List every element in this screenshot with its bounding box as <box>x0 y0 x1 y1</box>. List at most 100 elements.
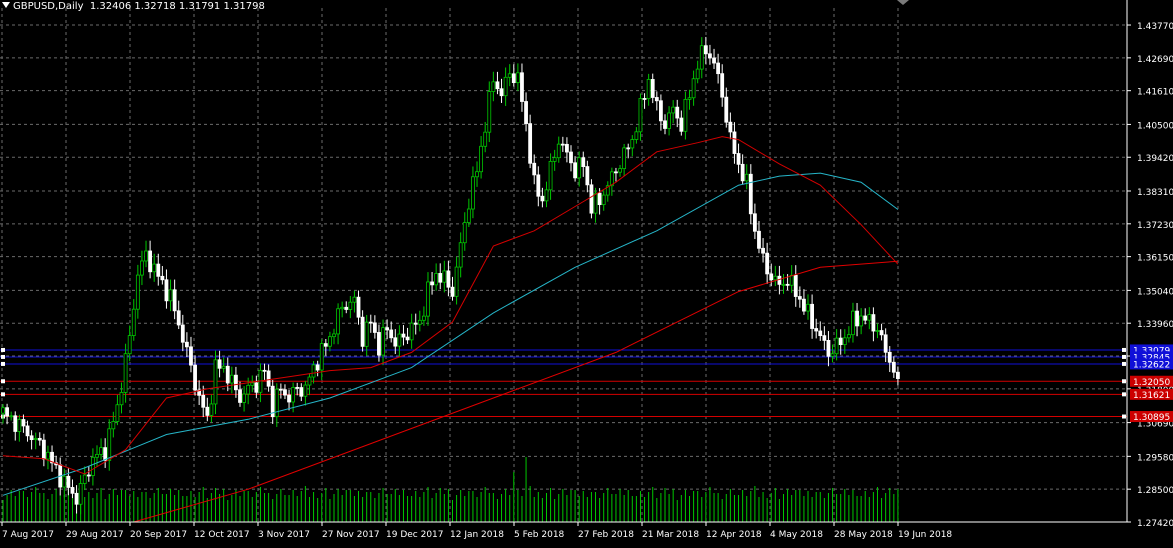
price-chart[interactable]: 1.43770 1.42690 1.41610 1.40500 1.39420 1.383… <box>0 0 1173 544</box>
candle-body <box>740 163 745 182</box>
candle-body <box>667 112 671 129</box>
price-tick-label: 1.43770 <box>1137 22 1173 32</box>
time-tick-label: 19 Dec 2017 <box>386 530 444 540</box>
candle-body <box>135 274 140 310</box>
candle-body <box>46 451 50 460</box>
candle-body <box>148 250 153 273</box>
candle-body <box>699 45 704 70</box>
candle-body <box>409 322 414 341</box>
candle-body <box>9 415 14 418</box>
level-handle <box>1122 379 1126 384</box>
candle-body <box>683 98 688 132</box>
candle-body <box>752 213 757 232</box>
price-tick-label: 1.36150 <box>1137 254 1173 264</box>
candle-body <box>37 437 42 441</box>
candle-body <box>524 101 528 125</box>
candle-body <box>528 123 533 164</box>
candle-body <box>319 343 324 371</box>
candle-body <box>421 315 426 321</box>
candle-body <box>103 447 108 461</box>
candle-body <box>131 308 136 336</box>
candle-body <box>642 98 647 100</box>
candle-body <box>822 335 827 341</box>
price-tick-label: 1.28500 <box>1137 486 1173 496</box>
candle-body <box>826 339 831 357</box>
candle-body <box>454 266 459 297</box>
candle-body <box>164 279 169 302</box>
candle-body <box>123 353 128 393</box>
time-tick-label: 21 Mar 2018 <box>642 530 699 540</box>
candle-body <box>646 79 651 100</box>
candle-body <box>397 333 402 347</box>
candle-body <box>311 364 316 378</box>
candle-body <box>184 341 189 348</box>
candle-body <box>630 139 635 149</box>
candle-body <box>78 483 83 505</box>
candle-body <box>450 286 455 297</box>
candle-body <box>846 334 851 339</box>
candle-body <box>107 428 112 461</box>
candle-body <box>638 98 643 133</box>
candle-body <box>33 437 38 441</box>
candle-body <box>434 273 439 286</box>
candle-body <box>851 310 855 336</box>
candle-body <box>70 487 75 494</box>
candle-body <box>307 376 312 386</box>
candle-body <box>867 314 872 321</box>
candle-body <box>41 439 46 460</box>
level-price-label: 1.32622 <box>1133 360 1170 370</box>
price-tick-label: 1.37230 <box>1137 221 1173 231</box>
time-tick-label: 12 Jan 2018 <box>450 530 504 540</box>
candle-body <box>659 100 663 122</box>
candle-body <box>458 242 463 268</box>
candle-body <box>82 474 87 484</box>
candle-body <box>818 330 823 337</box>
candle-body <box>360 316 365 347</box>
candle-body <box>842 337 847 346</box>
candle-body <box>176 310 181 326</box>
candle-body <box>720 73 725 98</box>
symbol-label: GBPUSD,Daily <box>13 1 84 12</box>
candle-body <box>385 327 390 331</box>
level-handle <box>1122 392 1126 397</box>
candle-body <box>573 162 577 179</box>
time-tick-label: 20 Sep 2017 <box>130 530 187 540</box>
time-tick-label: 4 May 2018 <box>770 530 823 540</box>
candle-body <box>716 62 721 75</box>
candle-body <box>115 404 120 422</box>
candle-body <box>773 275 778 281</box>
price-tick-label: 1.40500 <box>1137 121 1173 131</box>
candle-body <box>74 492 79 505</box>
candle-body <box>863 315 868 321</box>
candle-body <box>295 387 300 389</box>
price-tick-label: 1.33960 <box>1137 320 1173 330</box>
candle-body <box>479 145 484 173</box>
candle-body <box>217 359 222 369</box>
dropdown-triangle-icon[interactable] <box>2 2 10 8</box>
candle-body <box>372 322 377 333</box>
candle-body <box>172 289 177 312</box>
candle-body <box>757 230 761 249</box>
candle-body <box>21 419 26 427</box>
candle-body <box>62 475 67 488</box>
candle-body <box>785 283 790 286</box>
level-price-label: 1.30895 <box>1133 413 1170 423</box>
candle-body <box>352 296 357 303</box>
candle-body <box>156 263 161 277</box>
candle-body <box>426 281 430 317</box>
candle-body <box>663 120 667 129</box>
candle-body <box>491 81 496 92</box>
candle-body <box>466 208 471 223</box>
time-tick-label: 29 Aug 2017 <box>66 530 124 540</box>
chart-window[interactable]: 1.43770 1.42690 1.41610 1.40500 1.39420 1.383… <box>0 0 1173 544</box>
candle-body <box>626 147 631 150</box>
candle-body <box>127 335 132 355</box>
level-handle <box>1 392 5 397</box>
candle-body <box>86 474 91 477</box>
candle-body <box>266 370 271 387</box>
candle-body <box>565 143 569 153</box>
candle-body <box>340 306 345 310</box>
candle-body <box>834 337 839 355</box>
candle-body <box>140 260 144 276</box>
candle-body <box>732 131 737 154</box>
